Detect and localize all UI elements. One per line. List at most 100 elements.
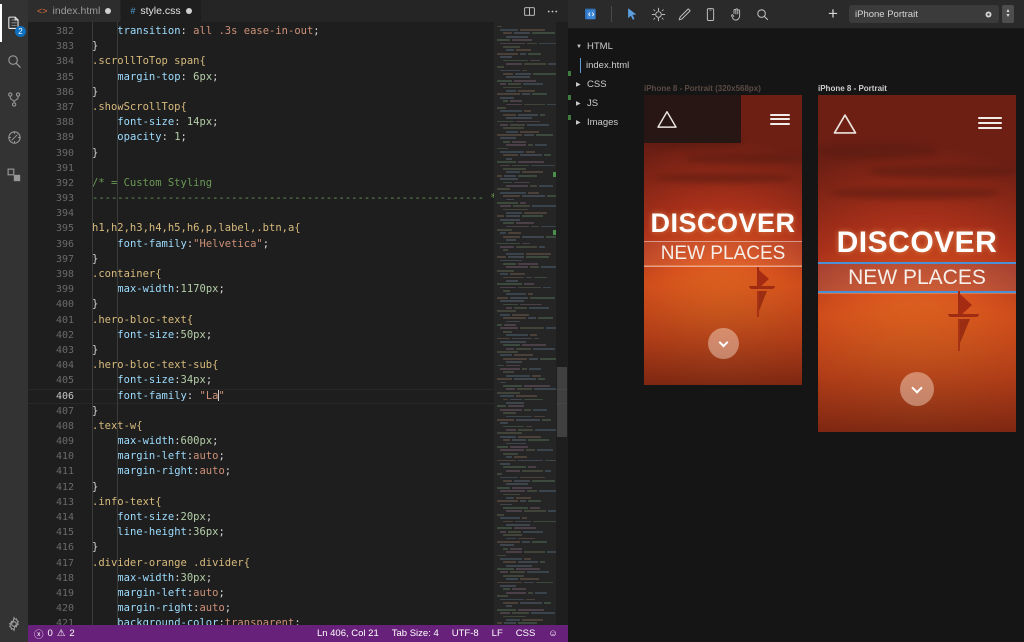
hero-subheadline[interactable]: NEW PLACES (644, 241, 802, 267)
line-number: 408 (28, 419, 84, 434)
clear-circle-icon[interactable] (984, 10, 993, 19)
tree-item-label: HTML (587, 41, 613, 52)
activity-item-manage[interactable] (0, 606, 28, 642)
more-actions-icon[interactable] (546, 5, 559, 18)
editor-scrollbar[interactable] (556, 22, 568, 625)
editor-tab-index-html[interactable]: <> index.html (28, 0, 121, 22)
tree-item-css[interactable]: ▶ CSS (568, 75, 640, 94)
line-number: 398 (28, 267, 84, 282)
device-select-value: iPhone Portrait (855, 9, 979, 20)
device-viewport[interactable]: DISCOVER NEW PLACES (644, 95, 802, 385)
project-file-tree: ▼ HTML index.html ▶ CSS ▶ JS ▶ Images (568, 29, 640, 132)
line-number: 416 (28, 540, 84, 555)
activity-item-source-control[interactable] (0, 80, 28, 118)
line-number: 391 (28, 161, 84, 176)
zoom-search-icon[interactable] (749, 3, 775, 25)
phone-icon[interactable] (697, 3, 723, 25)
eol-mode[interactable]: LF (492, 628, 503, 639)
line-number: 411 (28, 464, 84, 479)
line-number: 392 (28, 176, 84, 191)
chevron-right-icon[interactable]: ▶ (576, 119, 583, 126)
cursor-arrow-icon[interactable] (619, 3, 645, 25)
error-icon[interactable]: ⓧ (34, 627, 44, 641)
activity-item-extensions[interactable] (0, 156, 28, 194)
editor-scrollbar-thumb[interactable] (557, 367, 567, 437)
indent-guide (92, 22, 93, 625)
triangle-logo-icon[interactable] (832, 113, 858, 134)
device-select[interactable]: iPhone Portrait (849, 5, 999, 23)
hamburger-menu-icon[interactable] (770, 114, 790, 125)
tab-size[interactable]: Tab Size: 4 (392, 628, 439, 639)
line-number: 415 (28, 525, 84, 540)
scroll-down-button[interactable] (900, 372, 934, 406)
activity-item-explorer[interactable]: 2 (0, 4, 28, 42)
cursor-position[interactable]: Ln 406, Col 21 (317, 628, 379, 639)
tab-modified-dot[interactable] (186, 8, 192, 14)
tab-label: style.css (140, 5, 180, 17)
tree-item-index-html[interactable]: index.html (568, 56, 640, 75)
smiley-icon[interactable]: ☺ (548, 628, 558, 639)
line-number: 397 (28, 252, 84, 267)
activity-item-run-debug[interactable] (0, 118, 28, 156)
add-device-button[interactable]: + (821, 4, 845, 24)
line-number: 406 (28, 389, 84, 404)
livepreview-logo-icon[interactable] (578, 3, 604, 25)
hero-headline[interactable]: DISCOVER (818, 225, 1016, 260)
stepper-updown-icon[interactable]: ▴ ▾ (1002, 5, 1014, 23)
line-number-gutter: 3823833843853863873883893903913923933943… (28, 22, 84, 625)
move-target-icon[interactable] (645, 3, 671, 25)
line-number: 409 (28, 434, 84, 449)
status-bar-right: Ln 406, Col 21 Tab Size: 4 UTF-8 LF CSS … (317, 628, 562, 639)
source-control-icon (6, 91, 23, 108)
editor-tab-style-css[interactable]: # style.css (121, 0, 201, 22)
line-number: 420 (28, 601, 84, 616)
line-number: 389 (28, 130, 84, 145)
line-number: 407 (28, 404, 84, 419)
activity-item-search[interactable] (0, 42, 28, 80)
triangle-logo-icon[interactable] (656, 110, 678, 128)
hero-headline[interactable]: DISCOVER (644, 208, 802, 239)
html-file-icon: <> (37, 6, 48, 16)
code-editor[interactable]: 3823833843853863873883893903913923933943… (28, 22, 568, 625)
language-mode[interactable]: CSS (516, 628, 536, 639)
scroll-down-button[interactable] (708, 328, 739, 359)
stepper-down[interactable]: ▾ (1006, 14, 1009, 19)
hamburger-menu-icon[interactable] (978, 117, 1002, 129)
device-preview-2[interactable]: iPhone 8 - Portrait (818, 84, 1016, 432)
split-editor-icon[interactable] (523, 5, 536, 18)
chevron-down-icon[interactable]: ▼ (576, 44, 583, 50)
chevron-right-icon[interactable]: ▶ (576, 100, 583, 107)
chevron-down-icon (719, 337, 729, 347)
line-number: 404 (28, 358, 84, 373)
device-viewport[interactable]: DISCOVER NEW PLACES (818, 95, 1016, 432)
device-preview-1[interactable]: iPhone 8 - Portrait (320x568px) (644, 84, 802, 385)
line-number: 401 (28, 313, 84, 328)
hero-text-block: DISCOVER NEW PLACES (644, 208, 802, 267)
pen-icon[interactable] (671, 3, 697, 25)
status-bar-left: ⓧ 0 ⚠ 2 (34, 627, 75, 641)
indent-guide (117, 22, 118, 625)
hand-icon[interactable] (723, 3, 749, 25)
warning-count: 2 (69, 628, 74, 639)
tree-item-images[interactable]: ▶ Images (568, 113, 640, 132)
tree-item-html[interactable]: ▼ HTML (568, 37, 640, 56)
warning-icon[interactable]: ⚠ (57, 628, 66, 639)
tree-item-js[interactable]: ▶ JS (568, 94, 640, 113)
hero-subheadline-selected[interactable]: NEW PLACES (818, 263, 1016, 292)
line-number: 384 (28, 54, 84, 69)
line-number: 388 (28, 115, 84, 130)
minimap[interactable] (494, 22, 556, 625)
sailboat-graphic (745, 267, 779, 291)
encoding[interactable]: UTF-8 (452, 628, 479, 639)
line-number: 417 (28, 556, 84, 571)
tab-label: index.html (53, 5, 101, 17)
cloud-shape (654, 173, 794, 183)
extensions-icon (6, 167, 23, 184)
line-number: 421 (28, 616, 84, 625)
line-number: 414 (28, 510, 84, 525)
chevron-right-icon[interactable]: ▶ (576, 81, 583, 88)
search-icon (6, 53, 23, 70)
preview-canvas[interactable]: ▼ HTML index.html ▶ CSS ▶ JS ▶ Images (568, 29, 1024, 642)
tab-modified-dot[interactable] (105, 8, 111, 14)
tree-item-label: JS (587, 98, 598, 109)
